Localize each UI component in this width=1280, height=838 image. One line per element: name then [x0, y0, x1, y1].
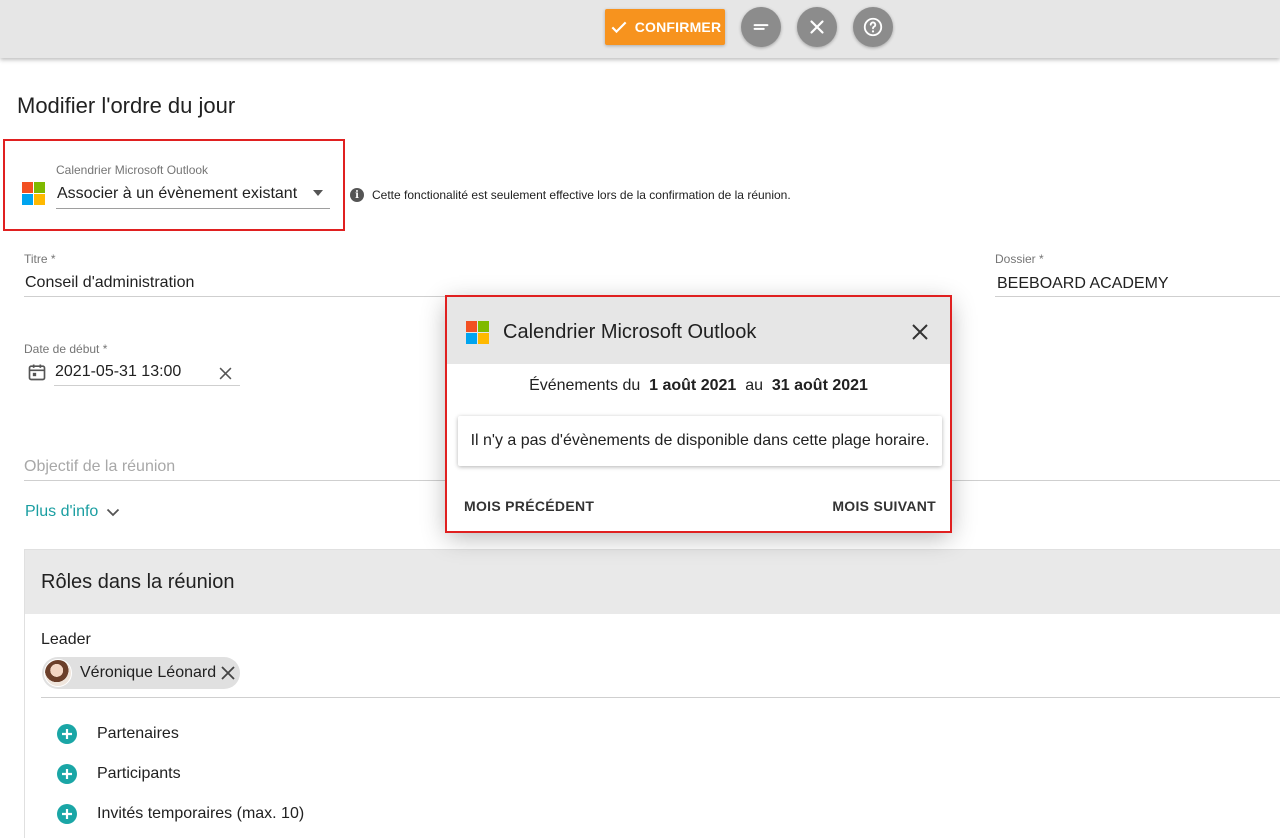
start-date-field[interactable]: 2021-05-31 13:00	[54, 361, 240, 385]
folder-value: BEEBOARD ACADEMY	[997, 275, 1169, 292]
objective-placeholder: Objectif de la réunion	[24, 458, 176, 475]
confirm-button[interactable]: CONFIRMER	[605, 9, 725, 45]
check-icon	[611, 21, 627, 34]
start-date-underline	[54, 385, 240, 386]
more-info-link[interactable]: Plus d'info	[25, 503, 120, 521]
help-icon	[863, 17, 883, 37]
page-title: Modifier l'ordre du jour	[17, 93, 236, 118]
info-icon: i	[350, 188, 364, 202]
outlook-selector-label: Calendrier Microsoft Outlook	[56, 163, 209, 177]
more-info-label: Plus d'info	[25, 503, 99, 520]
outlook-select-underline	[56, 208, 330, 209]
outlook-select[interactable]: Associer à un évènement existant	[56, 182, 330, 208]
leader-chip[interactable]: Véronique Léonard	[42, 657, 240, 689]
role-item-label: Invités temporaires (max. 10)	[97, 805, 305, 822]
title-field[interactable]: Conseil d'administration	[24, 270, 454, 296]
title-label: Titre *	[24, 252, 56, 266]
info-note: i Cette fonctionalité est seulement effe…	[350, 188, 791, 202]
folder-field[interactable]: BEEBOARD ACADEMY	[995, 270, 1280, 296]
leader-name: Véronique Léonard	[80, 664, 217, 681]
close-icon	[810, 20, 824, 34]
leader-underline	[41, 697, 1280, 698]
info-note-text: Cette fonctionalité est seulement effect…	[372, 188, 791, 202]
confirm-button-label: CONFIRMER	[634, 19, 722, 35]
calendar-icon	[28, 364, 46, 381]
role-item-label: Participants	[97, 765, 181, 782]
start-date-value: 2021-05-31 13:00	[55, 363, 182, 380]
remove-chip-icon[interactable]	[219, 664, 237, 682]
role-item-label: Partenaires	[97, 725, 179, 742]
plus-icon	[57, 724, 77, 744]
role-item-temporary-guests[interactable]: Invités temporaires (max. 10)	[57, 804, 304, 824]
microsoft-logo-icon	[22, 182, 45, 205]
minimize-button[interactable]	[741, 7, 781, 47]
roles-header-title: Rôles dans la réunion	[41, 571, 235, 593]
chevron-down-icon	[107, 508, 120, 516]
title-value: Conseil d'administration	[25, 274, 195, 291]
outlook-select-value: Associer à un évènement existant	[57, 185, 298, 202]
leader-label: Leader	[41, 631, 91, 648]
dropdown-arrow-icon	[313, 190, 323, 196]
clear-date-icon[interactable]	[219, 367, 232, 380]
plus-icon	[57, 804, 77, 824]
start-date-label: Date de début *	[24, 342, 108, 356]
top-toolbar: CONFIRMER	[0, 0, 1280, 58]
role-item-partners[interactable]: Partenaires	[57, 724, 179, 744]
minimize-icon	[753, 24, 769, 30]
roles-header: Rôles dans la réunion	[25, 550, 1280, 614]
role-item-participants[interactable]: Participants	[57, 764, 181, 784]
avatar	[44, 659, 72, 687]
folder-label: Dossier *	[995, 252, 1044, 266]
dialog-highlight	[445, 295, 952, 533]
title-underline	[24, 296, 454, 297]
folder-underline	[995, 296, 1280, 297]
help-button[interactable]	[853, 7, 893, 47]
cancel-button[interactable]	[797, 7, 837, 47]
plus-icon	[57, 764, 77, 784]
roles-panel: Rôles dans la réunion	[24, 549, 1280, 838]
